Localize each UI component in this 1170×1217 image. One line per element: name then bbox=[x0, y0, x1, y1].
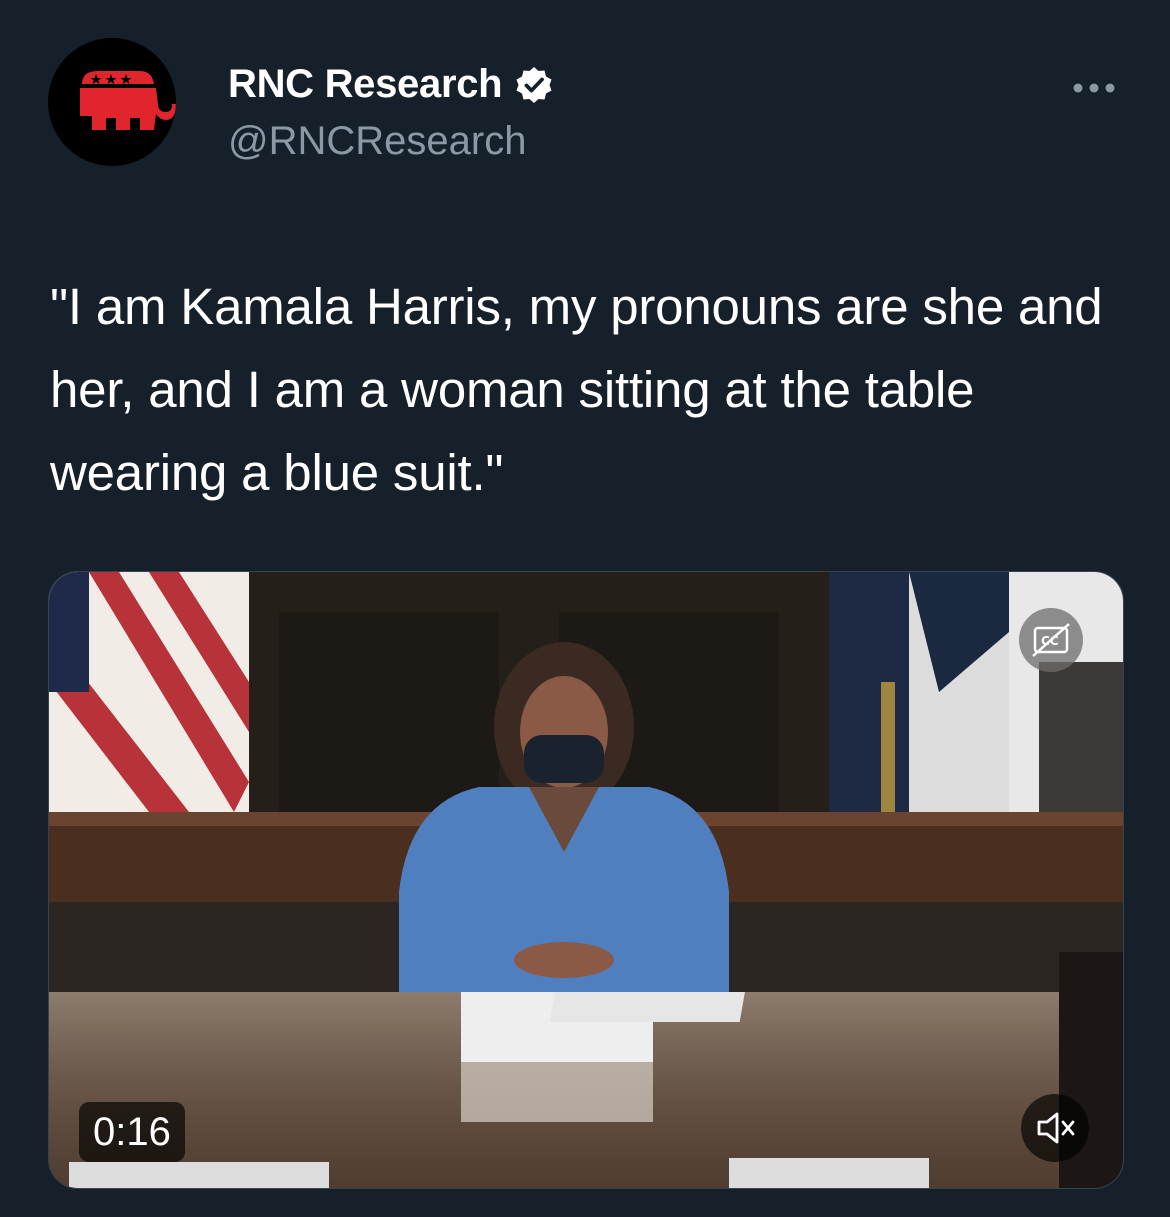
author-name-row: RNC Research bbox=[228, 62, 554, 107]
video-duration-badge: 0:16 bbox=[79, 1102, 185, 1162]
video-frame bbox=[49, 572, 1123, 1188]
avatar[interactable] bbox=[48, 38, 176, 166]
tweet-text: "I am Kamala Harris, my pronouns are she… bbox=[50, 278, 1103, 501]
verified-badge-icon bbox=[514, 65, 554, 105]
tweet-card: RNC Research @RNCResearch "I am Kamala H… bbox=[0, 0, 1170, 1217]
author-display-name[interactable]: RNC Research bbox=[228, 62, 503, 107]
video-player[interactable]: CC 0:16 bbox=[48, 571, 1124, 1189]
speaker-muted-icon[interactable] bbox=[1021, 1094, 1089, 1162]
closed-captions-off-icon[interactable]: CC bbox=[1019, 608, 1083, 672]
american-flag bbox=[49, 572, 249, 812]
republican-elephant-logo-icon bbox=[80, 71, 176, 130]
more-dots-icon[interactable] bbox=[1070, 78, 1118, 98]
author-handle[interactable]: @RNCResearch bbox=[228, 119, 526, 164]
